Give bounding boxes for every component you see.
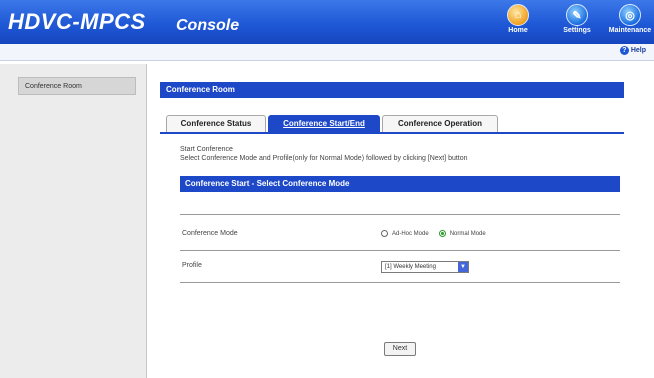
home-icon: ⌂ (507, 4, 529, 26)
ad-hoc-mode-label[interactable]: Ad-Hoc Mode (392, 231, 429, 237)
tab-conference-operation[interactable]: Conference Operation (382, 115, 498, 132)
sub-toolbar: ? Help (0, 44, 654, 61)
chevron-down-icon[interactable]: ▼ (458, 262, 468, 272)
brand-logo: HDVC-MPCS (8, 9, 146, 34)
help-icon: ? (619, 46, 629, 55)
main-content: Conference Room Conference Status Confer… (146, 64, 654, 378)
settings-button-label: Settings (563, 27, 591, 34)
app-header: HDVC-MPCS Console ⌂ Home ✎ Settings ◎ Ma… (0, 0, 654, 44)
section-title: Console (176, 17, 240, 34)
next-button[interactable]: Next (384, 342, 416, 356)
profile-label: Profile (182, 262, 202, 269)
instructions: Start Conference Select Conference Mode … (180, 145, 468, 163)
conference-mode-label: Conference Mode (182, 230, 238, 237)
divider (180, 214, 620, 215)
ad-hoc-mode-radio[interactable] (381, 230, 388, 237)
help-link[interactable]: ? Help (619, 46, 646, 55)
instructions-text: Select Conference Mode and Profile(only … (180, 155, 468, 162)
home-button-label: Home (508, 27, 528, 34)
wrench-icon: ✎ (566, 4, 588, 26)
home-button[interactable]: ⌂ Home (496, 4, 540, 34)
divider (180, 282, 620, 283)
page-title: Conference Room (160, 82, 624, 98)
sidebar-item-conference-room[interactable]: Conference Room (18, 77, 136, 95)
tab-conference-start-end[interactable]: Conference Start/End (268, 115, 380, 132)
settings-button[interactable]: ✎ Settings (555, 4, 599, 34)
sidebar: Conference Room (0, 64, 147, 378)
profile-select[interactable]: [1] Weekly Meeting ▼ (381, 261, 469, 273)
normal-mode-label[interactable]: Normal Mode (450, 231, 486, 237)
instructions-heading: Start Conference (180, 146, 233, 153)
tab-conference-status[interactable]: Conference Status (166, 115, 266, 132)
help-label: Help (630, 47, 646, 54)
profile-select-value: [1] Weekly Meeting (385, 264, 436, 270)
maintenance-button[interactable]: ◎ Maintenance (608, 4, 652, 34)
conference-mode-radios: Ad-Hoc Mode Normal Mode (381, 230, 486, 237)
divider (180, 250, 620, 251)
normal-mode-radio[interactable] (438, 230, 446, 237)
maintenance-button-label: Maintenance (608, 27, 652, 34)
section-header: Conference Start - Select Conference Mod… (180, 176, 620, 192)
maintenance-icon: ◎ (619, 4, 641, 26)
tab-bar: Conference Status Conference Start/End C… (160, 112, 624, 134)
